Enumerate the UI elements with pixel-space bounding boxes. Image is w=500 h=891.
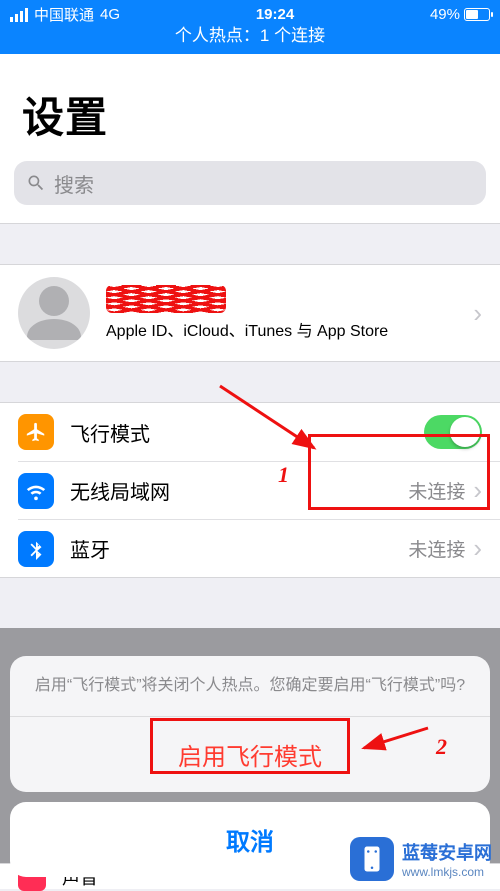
connectivity-group: 飞行模式 无线局域网 未连接 › 蓝牙 未连接 ›: [0, 402, 500, 578]
airplane-switch[interactable]: [424, 415, 482, 449]
bluetooth-row[interactable]: 蓝牙 未连接 ›: [18, 519, 500, 577]
page-title: 设置: [22, 84, 478, 145]
airplane-row[interactable]: 飞行模式: [0, 403, 500, 461]
airplane-label: 飞行模式: [70, 418, 424, 447]
carrier-label: 中国联通: [34, 4, 94, 25]
battery-percent: 49%: [430, 6, 460, 23]
sheet-enable-button[interactable]: 启用飞行模式: [10, 717, 490, 792]
signal-icon: [10, 8, 28, 22]
wifi-row[interactable]: 无线局域网 未连接 ›: [18, 461, 500, 519]
chevron-icon: ›: [465, 533, 482, 564]
search-input[interactable]: 搜索: [14, 161, 486, 205]
avatar: [18, 277, 90, 349]
wifi-value: 未连接: [408, 477, 465, 504]
airplane-icon: [18, 414, 54, 450]
clock: 19:24: [256, 6, 294, 23]
chevron-icon: ›: [465, 475, 482, 506]
title-area: 设置: [0, 54, 500, 153]
battery-icon: [464, 8, 490, 21]
watermark-url: www.lmkjs.com: [402, 865, 492, 879]
search-wrap: 搜索: [0, 153, 500, 224]
watermark-icon: [350, 837, 394, 881]
apple-id-subtitle: Apple ID、iCloud、iTunes 与 App Store: [106, 317, 465, 341]
apple-id-row[interactable]: Apple ID、iCloud、iTunes 与 App Store ›: [0, 265, 500, 361]
bluetooth-icon: [18, 531, 54, 567]
bluetooth-label: 蓝牙: [70, 534, 408, 563]
network-label: 4G: [100, 6, 120, 23]
sheet-message: 启用“飞行模式”将关闭个人热点。您确定要启用“飞行模式”吗?: [10, 656, 490, 717]
wifi-label: 无线局域网: [70, 476, 408, 505]
status-bar: 中国联通 4G 19:24 49% 个人热点：1 个连接: [0, 0, 500, 54]
bluetooth-value: 未连接: [408, 535, 465, 562]
watermark-name: 蓝莓安卓网: [402, 843, 492, 863]
chevron-icon: ›: [465, 298, 482, 329]
account-group: Apple ID、iCloud、iTunes 与 App Store ›: [0, 264, 500, 362]
wifi-icon: [18, 473, 54, 509]
hotspot-banner[interactable]: 个人热点：1 个连接: [0, 26, 500, 54]
search-placeholder: 搜索: [54, 169, 94, 198]
redacted-name: [106, 285, 226, 313]
watermark: 蓝莓安卓网 www.lmkjs.com: [350, 837, 492, 881]
search-icon: [26, 173, 46, 193]
